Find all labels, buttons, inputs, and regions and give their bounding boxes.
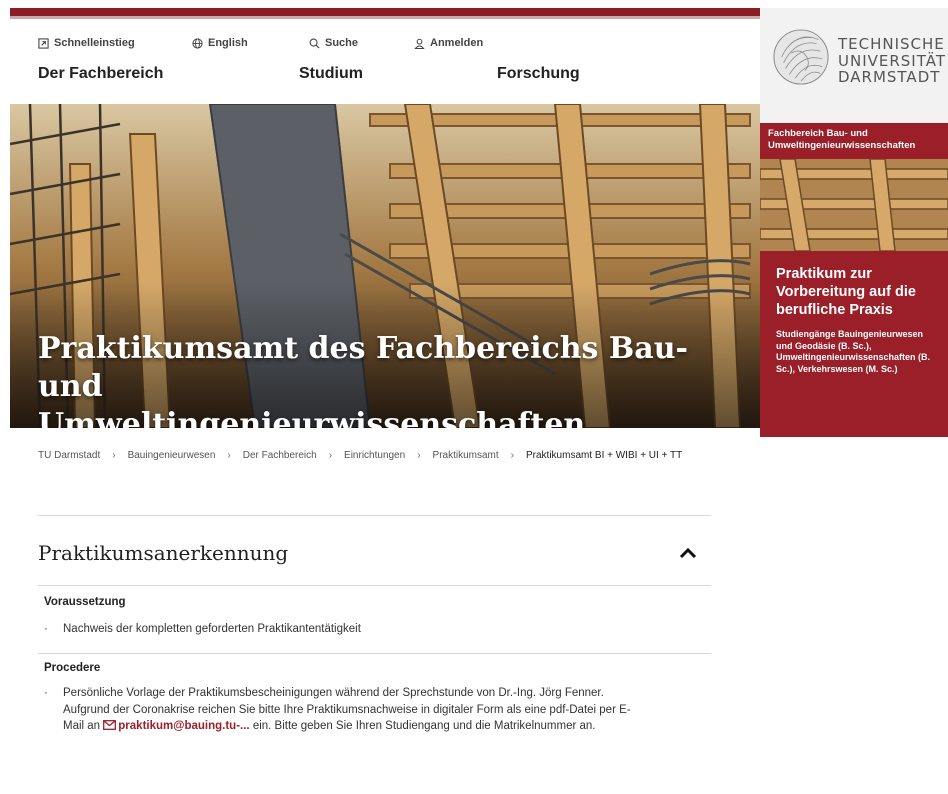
globe-icon bbox=[192, 37, 203, 49]
list-item-text: Nachweis der kompletten geforderten Prak… bbox=[63, 623, 361, 635]
formwork-photo bbox=[760, 159, 948, 251]
page-title: Praktikumsamt des Fachbereichs Bau- und … bbox=[38, 330, 760, 428]
language-label: English bbox=[208, 37, 248, 49]
top-accent-bar bbox=[10, 8, 760, 16]
divider bbox=[38, 653, 711, 654]
login-link[interactable]: Anmelden bbox=[414, 37, 483, 49]
user-icon bbox=[414, 38, 425, 49]
list-item: · Persönliche Vorlage der Praktikumsbesc… bbox=[44, 685, 631, 735]
divider bbox=[38, 585, 711, 586]
hero-image: Praktikumsamt des Fachbereichs Bau- und … bbox=[10, 104, 760, 428]
logo-line-3: DARMSTADT bbox=[838, 68, 941, 86]
breadcrumb-item[interactable]: Bauingenieurwesen bbox=[128, 450, 216, 461]
section-heading: Voraussetzung bbox=[44, 596, 126, 608]
breadcrumb-separator: › bbox=[328, 450, 333, 461]
list-item-fragment: Mail an bbox=[63, 720, 104, 732]
athena-seal-icon bbox=[773, 29, 829, 85]
mail-icon bbox=[103, 720, 117, 730]
search-label: Suche bbox=[325, 37, 359, 49]
login-label: Anmelden bbox=[430, 37, 484, 49]
program-title: Praktikum zur Vorbereitung auf die beruf… bbox=[776, 266, 916, 318]
breadcrumb: TU Darmstadt › Bauingenieurwesen › Der F… bbox=[38, 450, 682, 461]
breadcrumb-separator: › bbox=[417, 450, 421, 461]
email-link[interactable]: praktikum@bauing.tu-... bbox=[103, 720, 250, 732]
breadcrumb-item[interactable]: Der Fachbereich bbox=[243, 450, 317, 461]
page-title-line-2: Umweltingenieurwissenschaften bbox=[38, 407, 586, 428]
divider bbox=[38, 515, 711, 516]
list-item: · Nachweis der kompletten geforderten Pr… bbox=[44, 621, 361, 638]
list-item-line: Aufgrund der Coronakrise reichen Sie bit… bbox=[63, 703, 631, 716]
nav-der-fachbereich[interactable]: Der Fachbereich bbox=[38, 65, 163, 83]
program-subtitle: Studiengänge Bauingenieurwesen und Geodä… bbox=[776, 329, 931, 374]
bullet: · bbox=[44, 623, 48, 635]
quick-access-icon bbox=[38, 37, 49, 49]
accordion-title[interactable]: Praktikumsanerkennung bbox=[38, 541, 288, 565]
logo-line-1: TECHNISCHE bbox=[838, 35, 945, 53]
page-title-line-1: Praktikumsamt des Fachbereichs Bau- und bbox=[38, 331, 688, 404]
list-item-text: Persönliche Vorlage der Praktikumsbesche… bbox=[63, 685, 631, 735]
section-heading: Procedere bbox=[44, 662, 101, 674]
list-item-line: Persönliche Vorlage der Praktikumsbesche… bbox=[63, 687, 604, 699]
logo-line-2: UNIVERSITÄT bbox=[838, 51, 946, 70]
quick-access-link[interactable]: Schnelleinstieg bbox=[38, 37, 192, 49]
breadcrumb-separator: › bbox=[227, 450, 231, 461]
breadcrumb-current: Praktikumsamt BI + WIBI + UI + TT bbox=[526, 450, 683, 461]
tu-darmstadt-logo[interactable]: TECHNISCHE UNIVERSITÄT DARMSTADT bbox=[760, 8, 948, 123]
breadcrumb-item[interactable]: TU Darmstadt bbox=[38, 450, 100, 461]
nav-studium[interactable]: Studium bbox=[299, 65, 363, 83]
quick-access-label: Schnelleinstieg bbox=[54, 37, 135, 49]
department-label[interactable]: Fachbereich Bau- und Umweltingenieurwiss… bbox=[760, 123, 948, 159]
breadcrumb-item[interactable]: Einrichtungen bbox=[344, 450, 405, 461]
service-navigation: Schnelleinstieg English Suche Anmelden bbox=[38, 37, 483, 49]
breadcrumb-separator: › bbox=[510, 450, 514, 461]
list-item-line: Mail an praktikum@bauing.tu-... ein. Bit… bbox=[63, 718, 631, 735]
chevron-up-icon[interactable] bbox=[678, 546, 698, 560]
nav-forschung[interactable]: Forschung bbox=[497, 65, 580, 83]
bullet: · bbox=[44, 687, 48, 699]
department-photo bbox=[760, 159, 948, 251]
search-link[interactable]: Suche bbox=[309, 37, 414, 49]
email-link-text: praktikum@bauing.tu-... bbox=[118, 720, 250, 732]
logo-wordmark: TECHNISCHE UNIVERSITÄT DARMSTADT bbox=[838, 36, 946, 86]
breadcrumb-separator: › bbox=[112, 450, 116, 461]
top-accent-bar-light bbox=[10, 16, 760, 19]
language-link[interactable]: English bbox=[192, 37, 309, 49]
list-item-fragment: ein. Bitte geben Sie Ihren Studiengang u… bbox=[249, 720, 596, 732]
breadcrumb-item[interactable]: Praktikumsamt bbox=[433, 450, 499, 461]
search-icon bbox=[309, 38, 320, 49]
program-info-box: Praktikum zur Vorbereitung auf die beruf… bbox=[760, 251, 948, 437]
